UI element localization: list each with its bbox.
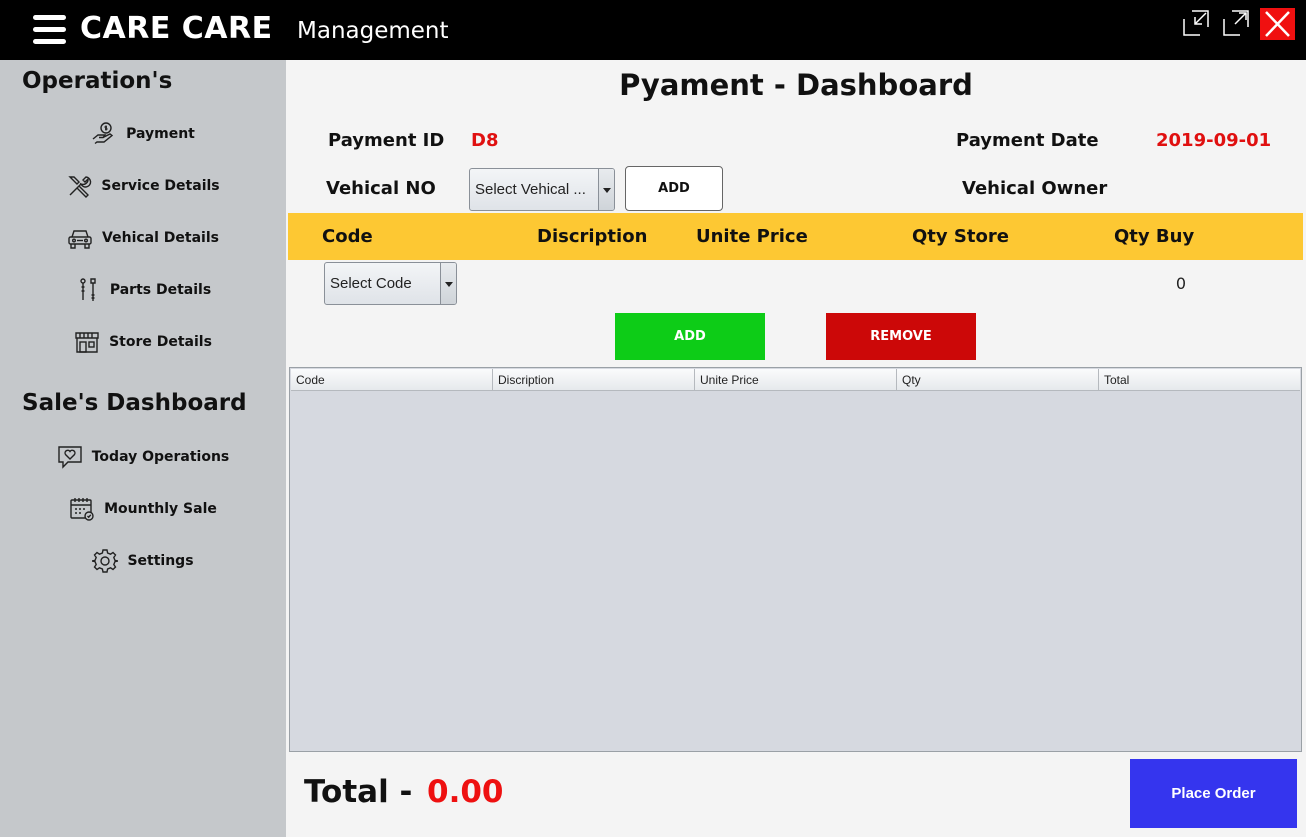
code-select-value: Select Code — [330, 275, 412, 292]
column-qty-buy: Qty Buy — [1114, 226, 1195, 247]
parts-icon — [80, 278, 96, 301]
operations-heading: Operation's — [22, 68, 173, 94]
sidebar-item-vehical-details[interactable]: Vehical Details — [0, 218, 286, 258]
app-subtitle: Management — [297, 18, 449, 44]
table-header-total[interactable]: Total — [1099, 369, 1300, 391]
add-item-button[interactable]: ADD — [615, 313, 765, 360]
main-panel: Pyament - Dashboard Payment ID D8 Paymen… — [286, 60, 1306, 837]
vehical-select[interactable]: Select Vehical ... — [469, 168, 615, 211]
table-header-qty[interactable]: Qty — [897, 369, 1099, 391]
table-header-unite-price[interactable]: Unite Price — [695, 369, 897, 391]
sidebar-item-today-operations[interactable]: Today Operations — [0, 437, 286, 477]
chevron-down-icon[interactable] — [598, 169, 614, 210]
store-icon — [75, 332, 99, 353]
code-select[interactable]: Select Code — [324, 262, 457, 305]
hamburger-menu-icon[interactable] — [33, 15, 66, 45]
payment-hand-icon — [92, 122, 114, 145]
payment-id-label: Payment ID — [328, 130, 445, 151]
table-header-discription[interactable]: Discription — [493, 369, 695, 391]
car-icon — [68, 230, 92, 249]
payment-id-value: D8 — [471, 130, 499, 151]
total-label: Total - — [304, 774, 413, 810]
sidebar-item-label: Vehical Details — [102, 230, 219, 246]
sidebar-item-label: Today Operations — [91, 449, 230, 465]
sidebar-item-parts-details[interactable]: Parts Details — [0, 270, 286, 310]
item-header-bar: Code Discription Unite Price Qty Store Q… — [288, 213, 1303, 260]
sidebar-item-mounthly-sale[interactable]: Mounthly Sale — [0, 489, 286, 529]
chat-heart-icon — [58, 446, 82, 469]
restore-down-icon[interactable] — [1182, 9, 1210, 37]
title-bar: CARE CARE Management — [0, 0, 1306, 60]
maximize-icon[interactable] — [1222, 9, 1250, 37]
wrench-icon — [68, 176, 92, 198]
vehical-add-button[interactable]: ADD — [625, 166, 723, 211]
close-window-button[interactable] — [1260, 8, 1295, 40]
sidebar-item-store-details[interactable]: Store Details — [0, 322, 286, 362]
sales-dashboard-heading: Sale's Dashboard — [22, 390, 247, 416]
sidebar-item-label: Mounthly Sale — [104, 501, 217, 517]
place-order-button[interactable]: Place Order — [1130, 759, 1297, 828]
table-header-code[interactable]: Code — [291, 369, 493, 391]
sidebar-item-payment[interactable]: Payment — [0, 114, 286, 154]
page-title: Pyament - Dashboard — [619, 68, 973, 102]
chevron-down-icon[interactable] — [440, 263, 456, 304]
table-header: Code Discription Unite Price Qty Total — [291, 369, 1300, 391]
close-icon — [1265, 11, 1290, 37]
vehical-select-value: Select Vehical ... — [475, 181, 586, 198]
column-discription: Discription — [537, 226, 648, 247]
order-items-table[interactable]: Code Discription Unite Price Qty Total — [289, 367, 1302, 752]
sidebar-item-label: Settings — [127, 553, 194, 569]
calendar-icon — [70, 498, 94, 521]
vehical-no-label: Vehical NO — [326, 178, 436, 199]
column-unite-price: Unite Price — [696, 226, 808, 247]
sidebar: Operation's Payment Service Details Vehi… — [0, 60, 286, 837]
gear-icon — [92, 549, 119, 573]
column-code: Code — [322, 226, 373, 247]
payment-date-value: 2019-09-01 — [1156, 130, 1272, 151]
sidebar-item-label: Service Details — [101, 178, 220, 194]
sidebar-item-label: Parts Details — [109, 282, 212, 298]
column-qty-store: Qty Store — [912, 226, 1009, 247]
sidebar-item-settings[interactable]: Settings — [0, 541, 286, 581]
vehical-owner-label: Vehical Owner — [962, 178, 1108, 199]
qty-buy-value[interactable]: 0 — [1166, 274, 1196, 293]
sidebar-item-label: Payment — [126, 126, 195, 142]
remove-item-button[interactable]: REMOVE — [826, 313, 976, 360]
payment-date-label: Payment Date — [956, 130, 1099, 151]
total-value: 0.00 — [427, 774, 504, 810]
app-name: CARE CARE — [80, 11, 273, 46]
sidebar-item-label: Store Details — [109, 334, 212, 350]
sidebar-item-service-details[interactable]: Service Details — [0, 166, 286, 206]
